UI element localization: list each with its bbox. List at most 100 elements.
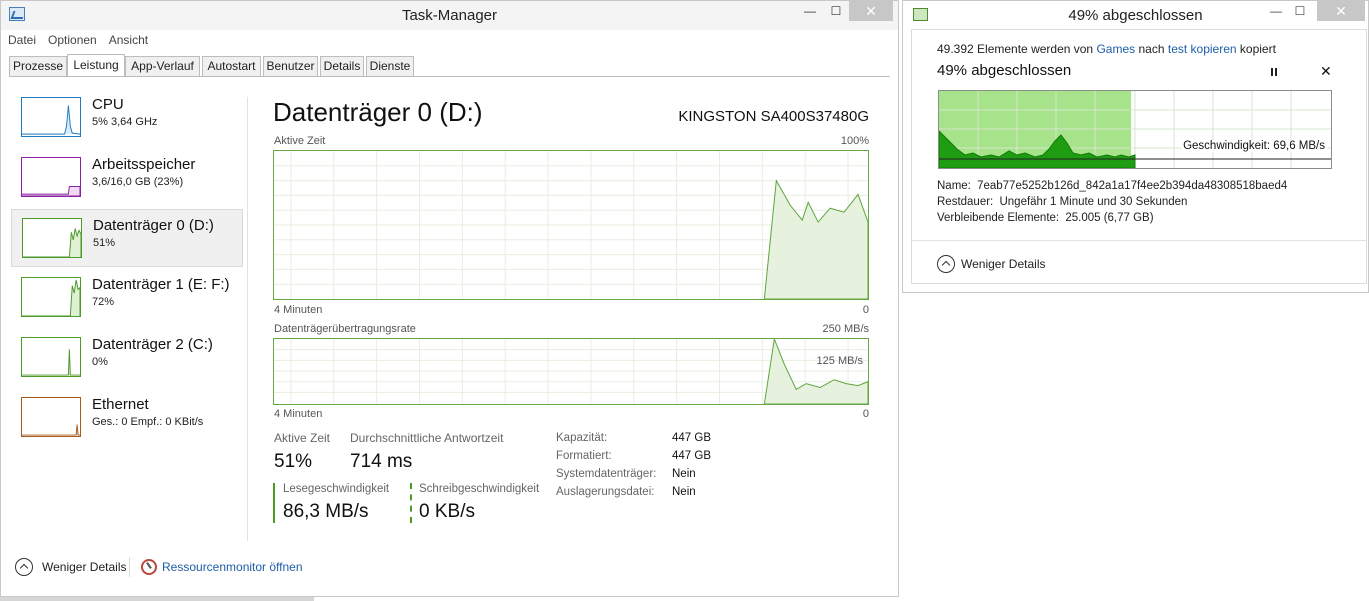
sidebar-item-cpu[interactable]: CPU 5% 3,64 GHz: [11, 89, 243, 147]
active-time-label: Aktive Zeit: [274, 431, 331, 445]
minimize-button[interactable]: —: [797, 1, 823, 21]
disk0-thumbnail-graph: [22, 218, 82, 258]
progress-text: 49% abgeschlossen: [937, 62, 1072, 79]
copy-items-text: 49.392 Elemente werden von: [937, 42, 1094, 56]
disk-model: KINGSTON SA400S37480G: [678, 108, 869, 125]
sidebar-sublabel: 0%: [92, 356, 108, 368]
remaining-items-label: Verbleibende Elemente:: [937, 212, 1060, 224]
file-name-value: 7eab77e5252b126d_842a1a17f4ee2b394da4830…: [977, 180, 1288, 192]
task-manager-window: Task-Manager — ☐ ✕ Datei Optionen Ansicht …: [0, 0, 899, 597]
sidebar-label: Datenträger 1 (E: F:): [92, 276, 230, 293]
active-time-graph-xleft: 4 Minuten: [274, 304, 323, 316]
system-disk-label: Systemdatenträger:: [556, 468, 657, 480]
maximize-button[interactable]: ☐: [823, 1, 849, 21]
disk1-thumbnail-graph: [21, 277, 81, 317]
formatted-value: 447 GB: [672, 450, 711, 462]
pagefile-label: Auslagerungsdatei:: [556, 486, 655, 498]
file-name-label: Name:: [937, 180, 971, 192]
sidebar-item-disk-2[interactable]: Datenträger 2 (C:) 0%: [11, 329, 243, 387]
transfer-rate-graph-mid: 125 MB/s: [816, 355, 863, 367]
copy-progress-window: 49% abgeschlossen — ☐ ✕ 49.392 Elemente …: [902, 0, 1369, 293]
taskbar-strip: [0, 597, 314, 601]
copy-summary: 49.392 Elemente werden von Games nach te…: [937, 42, 1276, 56]
footer-bar: Weniger Details Ressourcenmonitor öffnen: [15, 557, 415, 578]
sidebar-label: Ethernet: [92, 396, 149, 413]
tab-divider: [9, 76, 890, 77]
ethernet-thumbnail-graph: [21, 397, 81, 437]
pagefile-value: Nein: [672, 486, 696, 498]
copy-minimize-button[interactable]: —: [1263, 1, 1289, 21]
menu-bar: Datei Optionen Ansicht: [1, 31, 898, 51]
menu-optionen[interactable]: Optionen: [41, 31, 102, 47]
chevron-up-icon[interactable]: [937, 255, 955, 273]
resource-monitor-link[interactable]: Ressourcenmonitor öffnen: [162, 560, 303, 574]
sidebar-label: Datenträger 0 (D:): [93, 217, 214, 234]
sidebar-sublabel: 72%: [92, 296, 115, 308]
copy-speed-label: Geschwindigkeit: 69,6 MB/s: [1181, 140, 1327, 152]
copy-end-text: kopiert: [1239, 42, 1276, 56]
copy-mid-text: nach: [1138, 42, 1165, 56]
resource-monitor-icon[interactable]: [141, 559, 157, 575]
footer-divider: [129, 557, 130, 577]
active-time-value: 51%: [274, 451, 313, 472]
window-title: Task-Manager: [401, 7, 498, 24]
tab-prozesse[interactable]: Prozesse: [9, 56, 67, 76]
cpu-thumbnail-graph: [21, 97, 81, 137]
response-time-label: Durchschnittliche Antwortzeit: [350, 431, 504, 445]
tab-autostart[interactable]: Autostart: [202, 56, 261, 76]
active-time-graph-label: Aktive Zeit: [274, 135, 326, 147]
capacity-label: Kapazität:: [556, 432, 608, 444]
tab-app-verlauf[interactable]: App-Verlauf: [125, 56, 200, 76]
active-time-graph-max: 100%: [840, 135, 869, 147]
active-time-graph: [273, 150, 869, 300]
pause-icon[interactable]: [1269, 68, 1279, 78]
transfer-rate-graph-label: Datenträgerübertragungsrate: [274, 323, 416, 335]
copy-maximize-button[interactable]: ☐: [1287, 1, 1313, 21]
remaining-time-value: Ungefähr 1 Minute und 30 Sekunden: [999, 196, 1188, 208]
less-details-link[interactable]: Weniger Details: [42, 560, 126, 574]
file-name-row: Name: 7eab77e5252b126d_842a1a17f4ee2b394…: [937, 180, 1287, 192]
remaining-time-label: Restdauer:: [937, 196, 994, 208]
chevron-up-icon[interactable]: [15, 558, 33, 576]
copy-less-details-link[interactable]: Weniger Details: [961, 257, 1045, 271]
copy-dialog-body: 49.392 Elemente werden von Games nach te…: [911, 29, 1367, 284]
title-bar[interactable]: Task-Manager — ☐ ✕: [1, 1, 898, 30]
active-time-graph-xright: 0: [862, 304, 869, 316]
transfer-rate-graph-xleft: 4 Minuten: [274, 408, 323, 420]
remaining-items-row: Verbleibende Elemente: 25.005 (6,77 GB): [937, 212, 1154, 224]
sidebar-item-disk-0[interactable]: Datenträger 0 (D:) 51%: [11, 209, 243, 267]
system-disk-value: Nein: [672, 468, 696, 480]
tab-leistung[interactable]: Leistung: [67, 54, 125, 77]
sidebar-item-memory[interactable]: Arbeitsspeicher 3,6/16,0 GB (23%): [11, 149, 243, 207]
sidebar-label: Arbeitsspeicher: [92, 156, 196, 173]
disk2-thumbnail-graph: [21, 337, 81, 377]
response-time-value: 714 ms: [350, 451, 413, 472]
copy-close-button[interactable]: ✕: [1317, 1, 1365, 21]
sidebar-item-disk-1[interactable]: Datenträger 1 (E: F:) 72%: [11, 269, 243, 327]
formatted-label: Formatiert:: [556, 450, 612, 462]
target-folder-link[interactable]: test kopieren: [1168, 42, 1237, 56]
remaining-time-row: Restdauer: Ungefähr 1 Minute und 30 Seku…: [937, 196, 1187, 208]
sidebar-sublabel: 5% 3,64 GHz: [92, 116, 158, 128]
tab-details[interactable]: Details: [320, 56, 364, 76]
write-speed-marker: [410, 483, 412, 523]
cancel-copy-icon[interactable]: ✕: [1320, 63, 1332, 80]
tab-dienste[interactable]: Dienste: [366, 56, 414, 76]
source-folder-link[interactable]: Games: [1096, 42, 1135, 56]
transfer-rate-graph-max: 250 MB/s: [822, 323, 869, 335]
sidebar-item-ethernet[interactable]: Ethernet Ges.: 0 Empf.: 0 KBit/s: [11, 389, 243, 447]
read-speed-value: 86,3 MB/s: [283, 501, 369, 522]
menu-ansicht[interactable]: Ansicht: [102, 31, 153, 47]
memory-thumbnail-graph: [21, 157, 81, 197]
capacity-value: 447 GB: [672, 432, 711, 444]
transfer-rate-graph-xright: 0: [862, 408, 869, 420]
tab-benutzer[interactable]: Benutzer: [263, 56, 318, 76]
sidebar-sublabel: 3,6/16,0 GB (23%): [92, 176, 184, 188]
copy-divider: [912, 240, 1366, 241]
write-speed-value: 0 KB/s: [419, 501, 475, 522]
menu-datei[interactable]: Datei: [1, 31, 41, 47]
read-speed-label: Lesegeschwindigkeit: [283, 483, 390, 495]
write-speed-label: Schreibgeschwindigkeit: [419, 483, 540, 495]
close-button[interactable]: ✕: [849, 1, 893, 21]
sidebar-divider: [247, 97, 248, 541]
